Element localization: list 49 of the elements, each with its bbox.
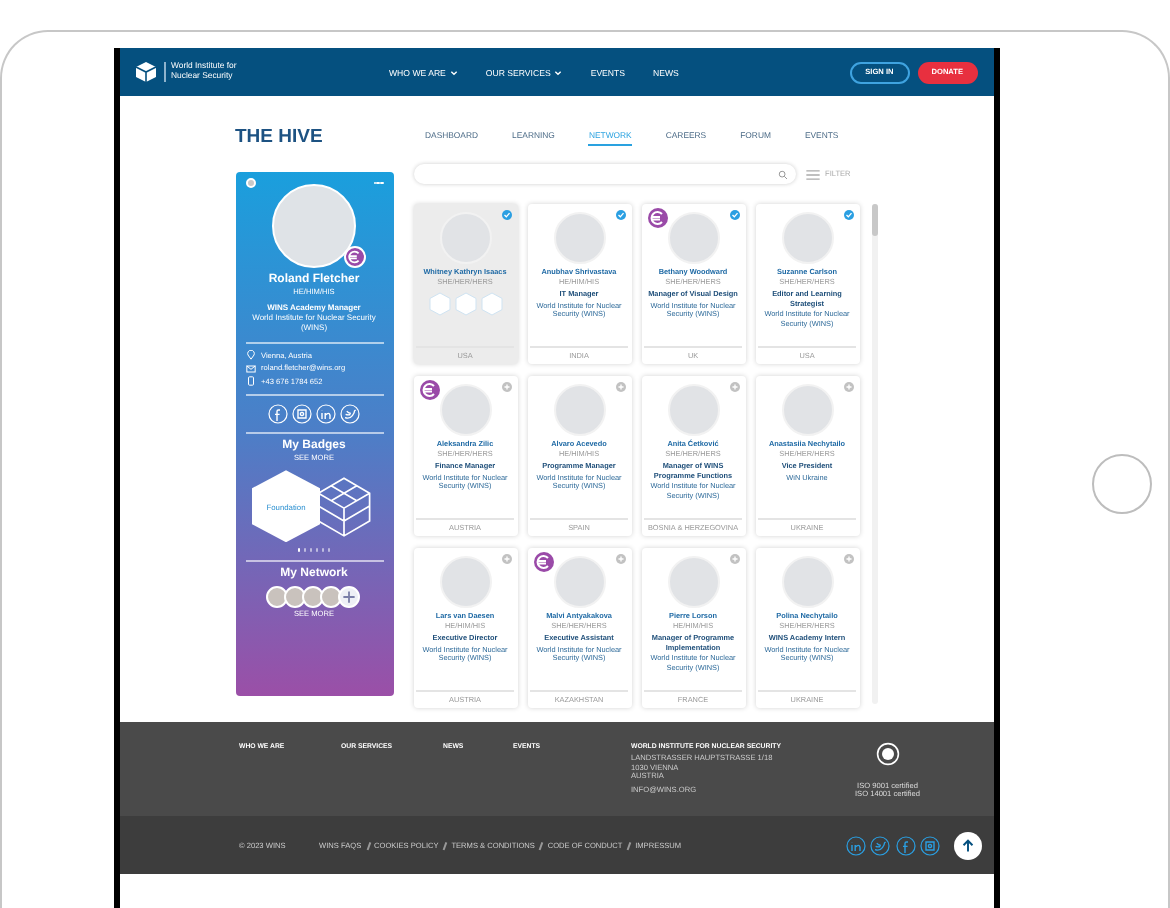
check-icon[interactable] <box>843 210 853 220</box>
search-icon <box>777 169 787 179</box>
plus-icon[interactable] <box>501 554 511 564</box>
home-button[interactable] <box>1091 454 1151 514</box>
photo-placeholder <box>781 556 833 608</box>
scroll-to-top-button[interactable] <box>953 831 981 859</box>
envelope-icon <box>245 363 255 374</box>
phone-icon <box>245 376 255 387</box>
photo-placeholder <box>272 184 356 268</box>
photo-placeholder <box>667 384 719 436</box>
instagram-icon[interactable] <box>920 835 940 855</box>
page-title: THE HIVE <box>235 125 325 147</box>
photo-placeholder <box>781 384 833 436</box>
arrow-up-icon <box>959 837 975 853</box>
status-icon[interactable] <box>245 178 255 188</box>
photo-placeholder <box>553 384 605 436</box>
certification-seal-icon <box>875 742 900 766</box>
linkedin-icon[interactable] <box>845 835 865 855</box>
photo-placeholder <box>553 556 605 608</box>
photo-placeholder <box>553 212 605 264</box>
photo-placeholder <box>667 212 719 264</box>
plus-icon[interactable] <box>729 554 739 564</box>
plus-icon[interactable] <box>843 554 853 564</box>
chevron-down-icon[interactable] <box>554 69 563 75</box>
check-icon[interactable] <box>615 210 625 220</box>
filter-icon[interactable] <box>805 169 819 179</box>
scrollbar-thumb[interactable] <box>871 204 877 236</box>
avatar-placeholder[interactable] <box>301 586 323 609</box>
search-field[interactable] <box>413 164 795 184</box>
avatar-placeholder[interactable] <box>283 586 305 609</box>
chevron-down-icon[interactable] <box>449 69 458 75</box>
avatar-placeholder[interactable] <box>319 586 341 609</box>
photo-placeholder <box>667 556 719 608</box>
plus-icon[interactable] <box>729 382 739 392</box>
avatar-placeholder[interactable] <box>265 586 287 609</box>
photo-placeholder <box>781 212 833 264</box>
check-icon[interactable] <box>729 210 739 220</box>
location-pin-icon <box>245 350 255 361</box>
photo-placeholder <box>439 384 491 436</box>
add-icon[interactable] <box>337 586 359 609</box>
photo-placeholder <box>439 556 491 608</box>
facebook-icon[interactable] <box>895 835 915 855</box>
plus-icon[interactable] <box>615 382 625 392</box>
plus-icon[interactable] <box>615 554 625 564</box>
plus-icon[interactable] <box>843 382 853 392</box>
plus-icon[interactable] <box>501 382 511 392</box>
twitter-icon[interactable] <box>870 835 890 855</box>
cube-logo-icon <box>133 60 157 84</box>
check-icon[interactable] <box>501 210 511 220</box>
